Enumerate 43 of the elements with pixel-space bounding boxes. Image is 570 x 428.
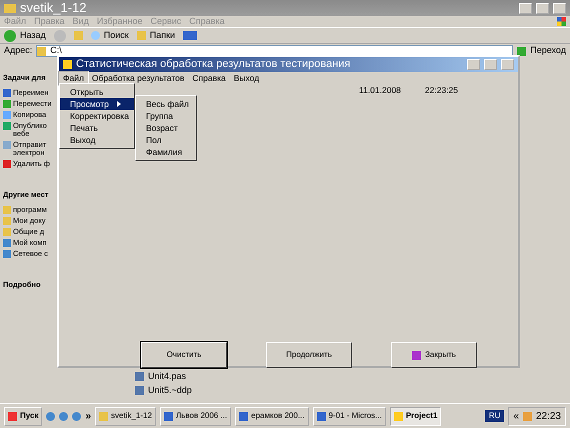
taskbar-button[interactable]: Project1 bbox=[390, 406, 442, 426]
address-label: Адрес: bbox=[4, 44, 32, 58]
action-button[interactable]: Закрыть bbox=[391, 342, 477, 368]
go-button[interactable]: Переход bbox=[517, 44, 566, 58]
file-item[interactable]: Unit4.pas bbox=[135, 370, 192, 384]
menu-item[interactable]: Пол bbox=[136, 134, 196, 146]
taskbar-button[interactable]: 9-01 - Micros... bbox=[312, 406, 386, 426]
menu-item[interactable]: Обработка результатов bbox=[88, 72, 188, 85]
taskbar-button[interactable]: svetik_1-12 bbox=[95, 406, 156, 426]
start-button[interactable]: Пуск bbox=[4, 406, 42, 426]
date-label: 11.01.2008 bbox=[359, 84, 401, 97]
minimize-button[interactable] bbox=[467, 59, 480, 70]
menu-item[interactable]: Просмотр bbox=[60, 98, 134, 110]
menu-item[interactable]: Выход bbox=[60, 134, 134, 146]
menu-item[interactable]: Справка bbox=[188, 72, 230, 85]
folders-button[interactable]: Папки bbox=[136, 28, 176, 42]
maximize-button[interactable] bbox=[484, 59, 497, 70]
search-button[interactable]: Поиск bbox=[90, 28, 129, 42]
menu-item[interactable]: Возраст bbox=[136, 122, 196, 134]
window-title: svetik_1-12 bbox=[20, 0, 88, 17]
clock: 22:23 bbox=[536, 410, 561, 424]
menu-item[interactable]: Открыть bbox=[60, 86, 134, 98]
back-button[interactable]: Назад bbox=[4, 28, 46, 42]
action-button[interactable]: Продолжить bbox=[266, 342, 352, 368]
menu-item[interactable]: Фамилия bbox=[136, 146, 196, 158]
restore-button[interactable] bbox=[536, 2, 549, 14]
menu-item[interactable]: Печать bbox=[60, 122, 134, 134]
tray-arrow[interactable]: « bbox=[513, 408, 519, 424]
close-button[interactable] bbox=[553, 2, 566, 14]
minimize-button[interactable] bbox=[519, 2, 532, 14]
menu-item[interactable]: Группа bbox=[136, 110, 196, 122]
language-indicator[interactable]: RU bbox=[484, 410, 504, 422]
file-item[interactable]: Unit5.~ddp bbox=[135, 384, 192, 397]
app-title: Статистическая обработка результатов тестирования bbox=[76, 57, 352, 72]
time-label: 22:23:25 bbox=[424, 84, 458, 97]
taskbar-button[interactable]: Львов 2006 ... bbox=[160, 406, 232, 426]
menu-item[interactable]: Файл bbox=[59, 72, 88, 85]
action-button[interactable]: Очистить bbox=[141, 342, 227, 368]
close-button[interactable] bbox=[501, 59, 514, 70]
taskbar-button[interactable]: ерамков 200... bbox=[235, 406, 308, 426]
more-arrows[interactable]: » bbox=[85, 408, 92, 424]
menu-item[interactable]: Выход bbox=[230, 72, 264, 85]
menu-item[interactable]: Весь файл bbox=[136, 98, 196, 110]
